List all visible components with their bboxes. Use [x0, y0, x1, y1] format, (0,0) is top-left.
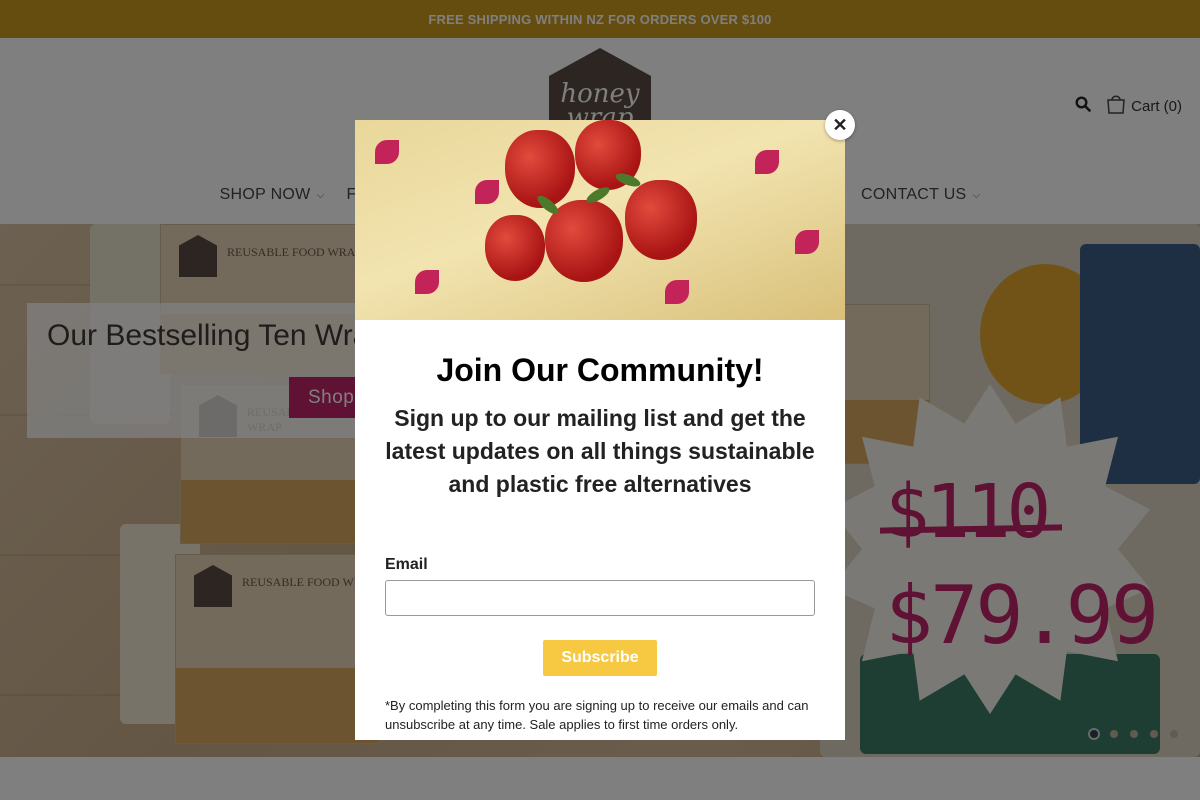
- strawberries-image: [355, 120, 845, 320]
- modal-title: Join Our Community!: [436, 352, 764, 388]
- fabric-flower: [755, 150, 779, 174]
- close-icon[interactable]: ✕: [825, 110, 855, 140]
- strawberry: [485, 215, 545, 281]
- fabric-flower: [415, 270, 439, 294]
- email-label: Email: [385, 556, 428, 573]
- subscribe-button[interactable]: Subscribe: [543, 640, 657, 676]
- strawberry: [625, 180, 697, 260]
- fabric-flower: [665, 280, 689, 304]
- fabric-flower: [475, 180, 499, 204]
- email-field[interactable]: [385, 580, 815, 616]
- modal-subtitle: Sign up to our mailing list and get the …: [385, 405, 815, 497]
- disclaimer-text: *By completing this form you are signing…: [385, 698, 809, 732]
- fabric-flower: [375, 140, 399, 164]
- newsletter-modal: Join Our Community! Sign up to our maili…: [355, 120, 845, 740]
- fabric-flower: [795, 230, 819, 254]
